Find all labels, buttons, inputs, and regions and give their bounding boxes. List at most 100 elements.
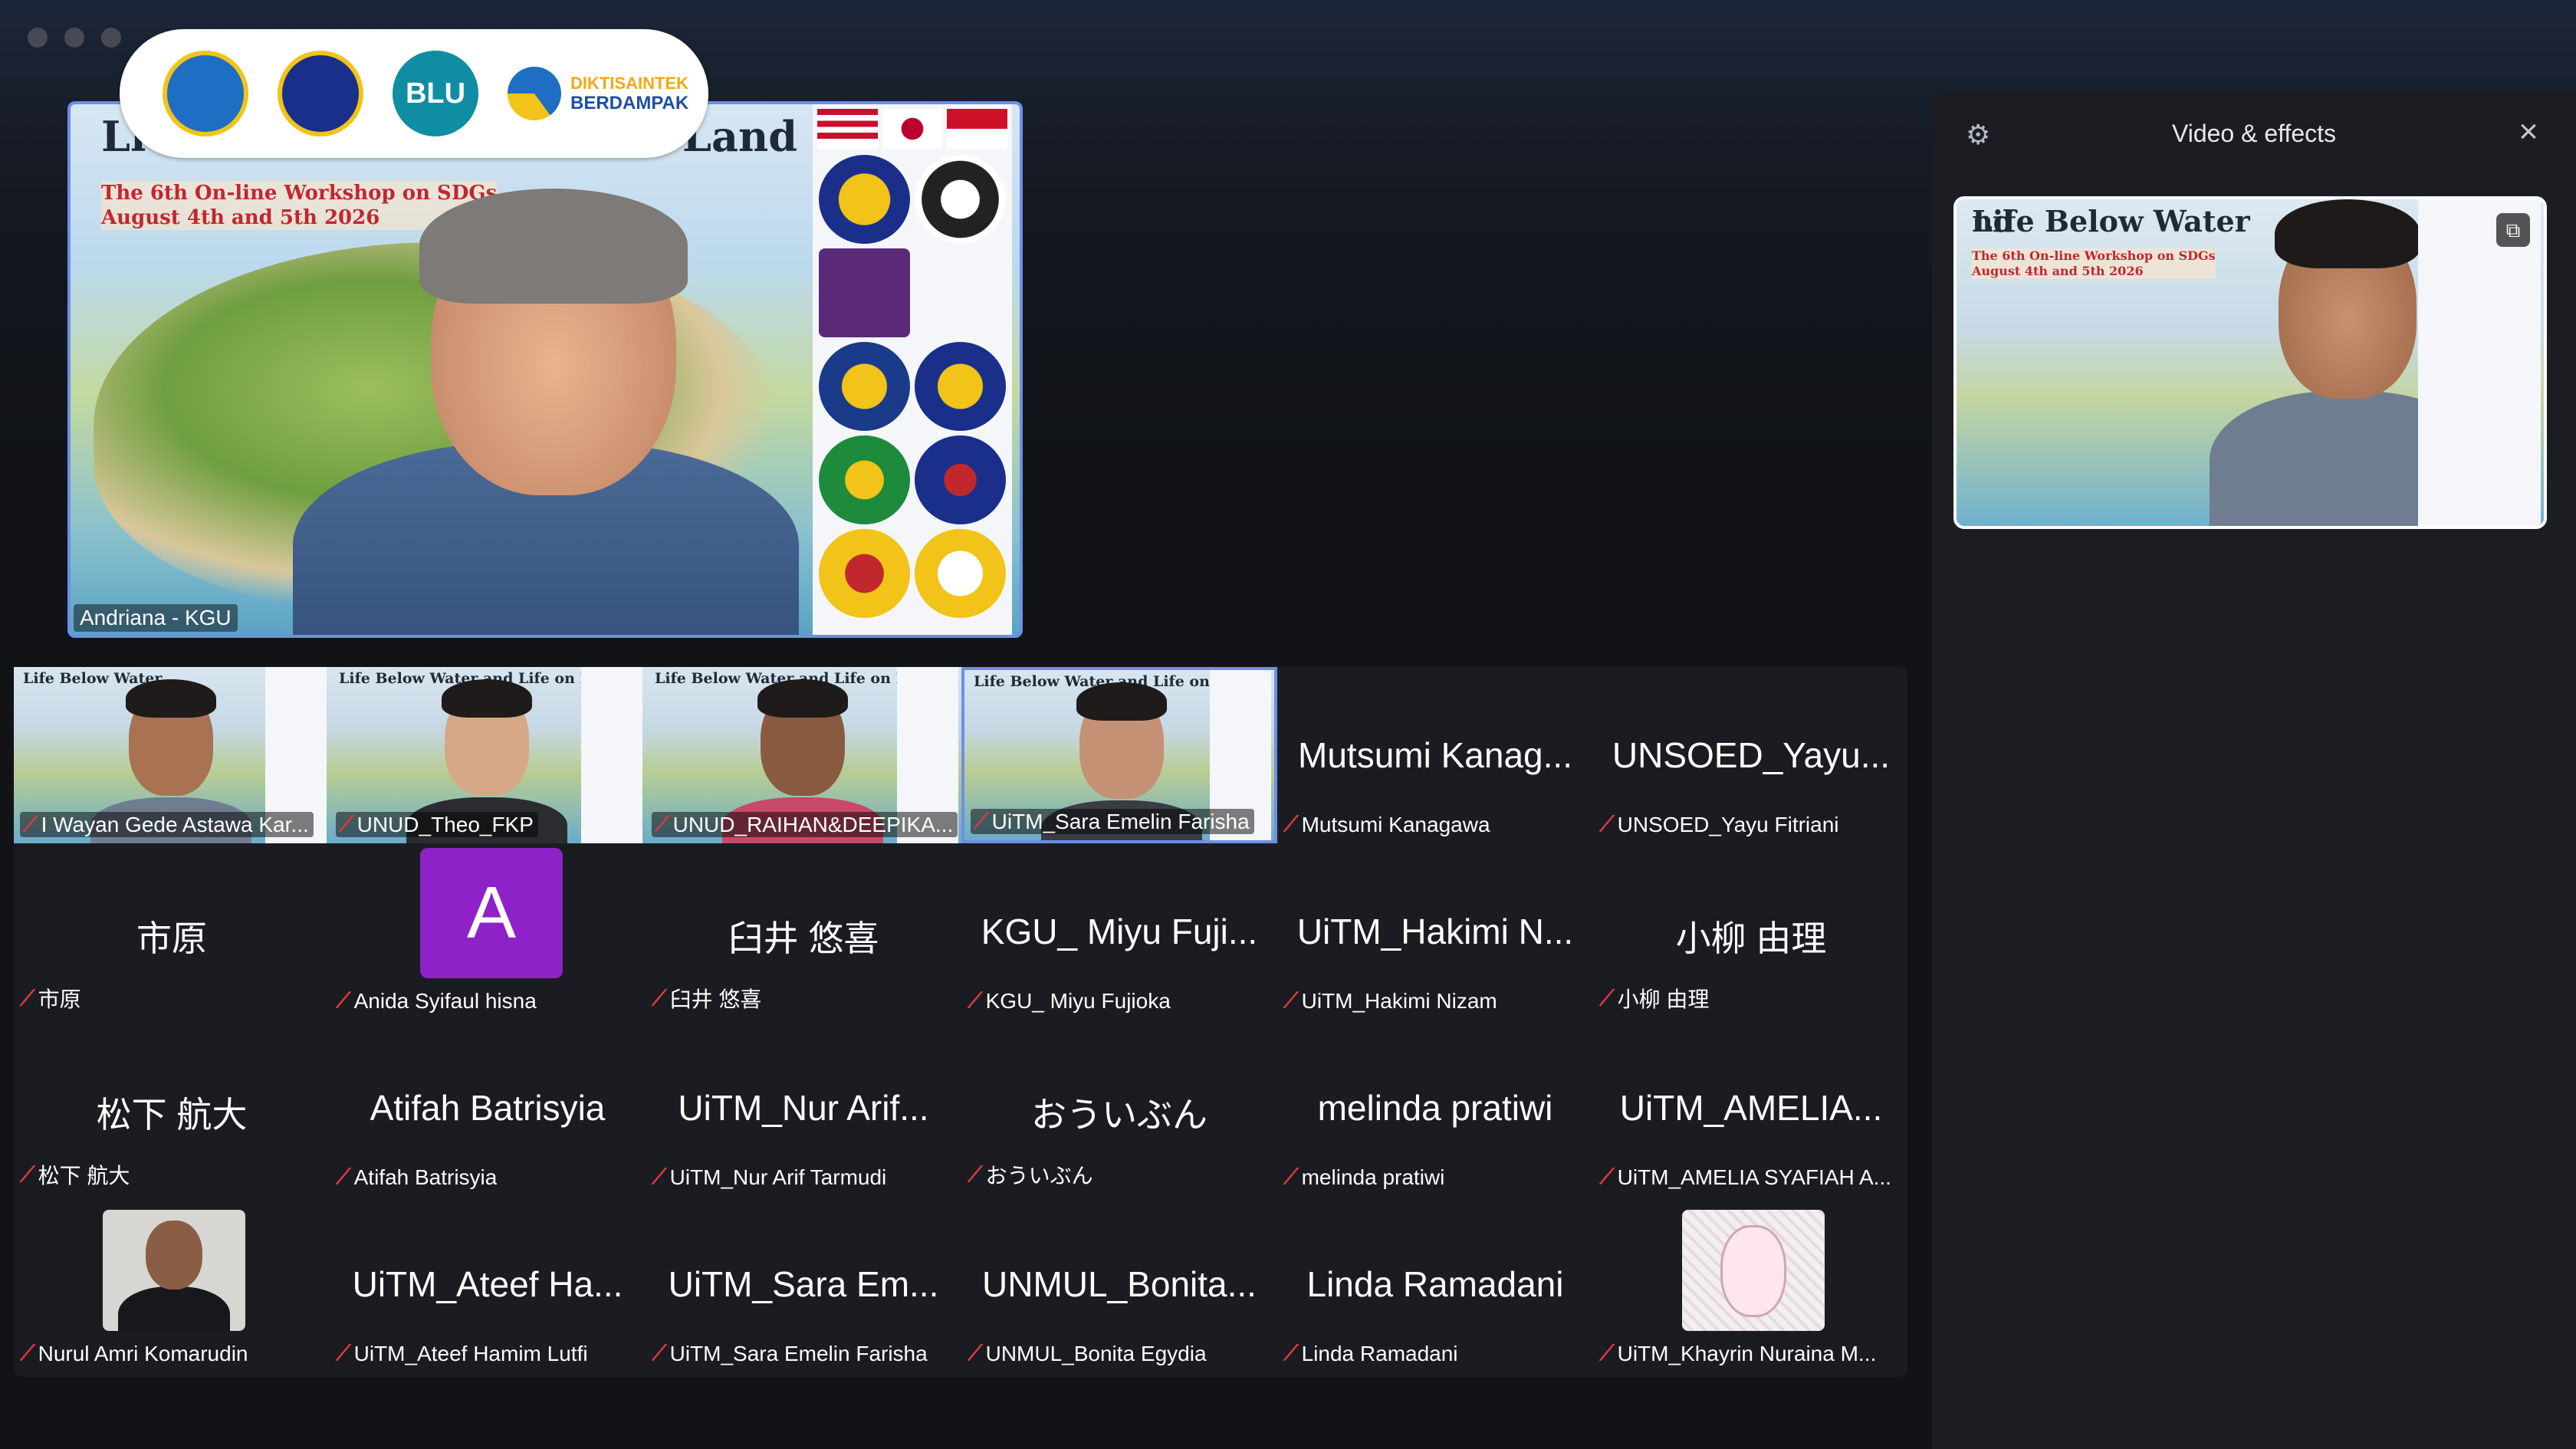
mic-off-icon: ⟋	[968, 1162, 983, 1186]
participant-display-name: KGU_ Miyu Fuji...	[981, 912, 1258, 951]
mic-off-icon: ⟋	[1599, 1341, 1615, 1365]
participant-tile[interactable]: Life Below Water and Life on Land ⟋ UNUD…	[646, 667, 961, 843]
participant-name-label: ⟋ UiTM_Hakimi Nizam	[1283, 988, 1497, 1014]
speaker-video-person	[293, 189, 799, 635]
participant-tile[interactable]: Life Below Water ⟋ I Wayan Gede Astawa K…	[14, 667, 330, 843]
participant-name-label: ⟋ 小柳 由理	[1599, 983, 1709, 1014]
participant-display-name: 小柳 由理	[1675, 918, 1827, 958]
participant-tile[interactable]: 小柳 由理 ⟋ 小柳 由理	[1593, 843, 1909, 1020]
participant-name-label: ⟋ UiTM_Sara Emelin Farisha	[652, 1341, 928, 1366]
participant-name-label: ⟋ melinda pratiwi	[1283, 1165, 1444, 1190]
kemdiktisaintek-logo	[163, 51, 248, 136]
mic-off-icon: ⟋	[655, 812, 670, 836]
participant-tile[interactable]: KGU_ Miyu Fuji... ⟋ KGU_ Miyu Fujioka	[961, 843, 1277, 1020]
main-speaker-video[interactable]: Li Land The 6th On-line Workshop on SDGs…	[67, 101, 1023, 638]
participant-display-name: Atifah Batrisyia	[370, 1088, 606, 1128]
participant-name-label: ⟋ Mutsumi Kanagawa	[1283, 812, 1490, 837]
panel-title: Video & effects	[2171, 120, 2337, 147]
uitm-logo	[819, 248, 910, 337]
preview-university-logos	[2418, 199, 2541, 526]
participant-display-name: 市原	[136, 918, 207, 958]
preview-slide-subtitle: The 6th On-line Workshop on SDGs August …	[1972, 248, 2216, 279]
participant-tile[interactable]: ⟋ Nurul Amri Komarudin	[14, 1196, 330, 1372]
participant-tile[interactable]: A ⟋ Anida Syifaul hisna	[330, 843, 646, 1020]
mic-off-icon: ⟋	[339, 812, 354, 836]
participant-display-name: UiTM_AMELIA...	[1619, 1088, 1883, 1128]
participant-display-name: UiTM_Sara Em...	[668, 1264, 939, 1304]
dikti-line1: DIKTISAINTEK	[570, 74, 688, 93]
pip-toggle-icon[interactable]: ⧉	[2496, 213, 2530, 247]
participant-name: UiTM_AMELIA SYAFIAH A...	[1617, 1165, 1891, 1189]
window-maximize-button[interactable]	[101, 28, 121, 48]
close-icon[interactable]: ×	[2512, 115, 2545, 149]
participant-name-label: ⟋ UNUD_RAIHAN&DEEPIKA...	[652, 812, 958, 837]
preview-subtitle-line2: August 4th and 5th 2026	[1972, 264, 2144, 278]
participant-tile[interactable]: UiTM_Sara Em... ⟋ UiTM_Sara Emelin Faris…	[646, 1196, 961, 1372]
japan-flag-icon	[882, 109, 943, 149]
participant-tile[interactable]: おういぶん ⟋ おういぶん	[961, 1020, 1277, 1196]
participant-name: KGU_ Miyu Fujioka	[985, 988, 1171, 1013]
participant-name-label: ⟋ UNSOED_Yayu Fitriani	[1599, 812, 1839, 837]
participant-name: Nurul Amri Komarudin	[38, 1341, 248, 1365]
participant-name: UiTM_Ateef Hamim Lutfi	[353, 1341, 588, 1365]
participant-name-label: ⟋ UiTM_AMELIA SYAFIAH A...	[1599, 1165, 1891, 1190]
mic-off-icon: ⟋	[20, 985, 35, 1010]
participant-name: UiTM_Nur Arif Tarmudi	[669, 1165, 887, 1189]
participant-display-name: UiTM_Nur Arif...	[678, 1088, 929, 1128]
mic-off-icon: ⟋	[968, 988, 983, 1012]
mic-off-icon: ⟋	[23, 812, 38, 836]
uitm-text-logo	[915, 248, 1006, 337]
participant-tile[interactable]: Linda Ramadani ⟋ Linda Ramadani	[1277, 1196, 1593, 1372]
participant-tile[interactable]: UNSOED_Yayu... ⟋ UNSOED_Yayu Fitriani	[1593, 667, 1909, 843]
mic-off-icon: ⟋	[1283, 988, 1299, 1012]
mic-off-icon: ⟋	[1283, 1165, 1299, 1188]
unsrat-logo	[915, 529, 1006, 618]
preview-subtitle-line1: The 6th On-line Workshop on SDGs	[1972, 248, 2216, 263]
participant-tile[interactable]: melinda pratiwi ⟋ melinda pratiwi	[1277, 1020, 1593, 1196]
participant-name: melinda pratiwi	[1301, 1165, 1445, 1189]
mic-off-icon: ⟋	[336, 1341, 351, 1365]
participant-tile[interactable]: Atifah Batrisyia ⟋ Atifah Batrisyia	[330, 1020, 646, 1196]
participant-grid: Life Below Water ⟋ I Wayan Gede Astawa K…	[14, 667, 1907, 1377]
mic-off-icon: ⟋	[652, 1341, 667, 1365]
window-controls	[28, 28, 121, 48]
participant-display-name: UNMUL_Bonita...	[982, 1264, 1257, 1304]
participant-tile[interactable]: UNMUL_Bonita... ⟋ UNMUL_Bonita Egydia	[961, 1196, 1277, 1372]
mic-off-icon: ⟋	[1283, 1341, 1299, 1365]
mic-off-icon: ⟋	[1599, 1165, 1615, 1188]
participant-name-label: ⟋ I Wayan Gede Astawa Kar...	[20, 812, 314, 837]
universitas-udayana-logo	[278, 51, 363, 136]
kgu-logo	[819, 155, 910, 244]
participant-tile[interactable]: Life Below Water and Life on Land ⟋ UNUD…	[330, 667, 646, 843]
participant-display-name: 松下 航大	[96, 1095, 248, 1135]
participant-avatar: A	[420, 848, 563, 978]
participant-tile[interactable]: 市原 ⟋ 市原	[14, 843, 330, 1020]
window-minimize-button[interactable]	[64, 28, 84, 48]
participant-name-label: ⟋ おういぶん	[968, 1159, 1093, 1190]
participant-name: おういぶん	[985, 1164, 1093, 1188]
participant-name-label: ⟋ UiTM_Nur Arif Tarmudi	[652, 1165, 886, 1190]
self-video-preview: Life Below Water nd The 6th On-line Work…	[1953, 196, 2547, 529]
participant-tile[interactable]: Mutsumi Kanag... ⟋ Mutsumi Kanagawa	[1277, 667, 1593, 843]
participant-name: Mutsumi Kanagawa	[1301, 812, 1490, 836]
participant-tile[interactable]: 臼井 悠喜 ⟋ 臼井 悠喜	[646, 843, 961, 1020]
window-close-button[interactable]	[28, 28, 48, 48]
blu-logo-text: BLU	[405, 77, 466, 110]
participant-tile[interactable]: ⟋ UiTM_Khayrin Nuraina M...	[1593, 1196, 1909, 1372]
participant-name-label: ⟋ Atifah Batrisyia	[336, 1165, 497, 1190]
participant-tile[interactable]: Life Below Water and Life on Land ⟋ UiTM…	[961, 667, 1277, 843]
blu-logo: BLU	[393, 51, 478, 136]
unud-logo	[915, 342, 1006, 431]
unmul-logo	[915, 435, 1006, 524]
participant-tile[interactable]: UiTM_Hakimi N... ⟋ UiTM_Hakimi Nizam	[1277, 843, 1593, 1020]
participant-tile[interactable]: UiTM_AMELIA... ⟋ UiTM_AMELIA SYAFIAH A..…	[1593, 1020, 1909, 1196]
participant-tile[interactable]: UiTM_Nur Arif... ⟋ UiTM_Nur Arif Tarmudi	[646, 1020, 961, 1196]
participant-name-label: ⟋ KGU_ Miyu Fujioka	[968, 988, 1171, 1014]
participant-name: 臼井 悠喜	[669, 987, 762, 1011]
udayana-logo	[819, 342, 910, 431]
country-flags	[813, 104, 1012, 153]
participant-name: 小柳 由理	[1617, 987, 1710, 1011]
participant-tile[interactable]: UiTM_Ateef Ha... ⟋ UiTM_Ateef Hamim Lutf…	[330, 1196, 646, 1372]
participant-tile[interactable]: 松下 航大 ⟋ 松下 航大	[14, 1020, 330, 1196]
participant-name: UiTM_Sara Emelin Farisha	[669, 1341, 928, 1365]
